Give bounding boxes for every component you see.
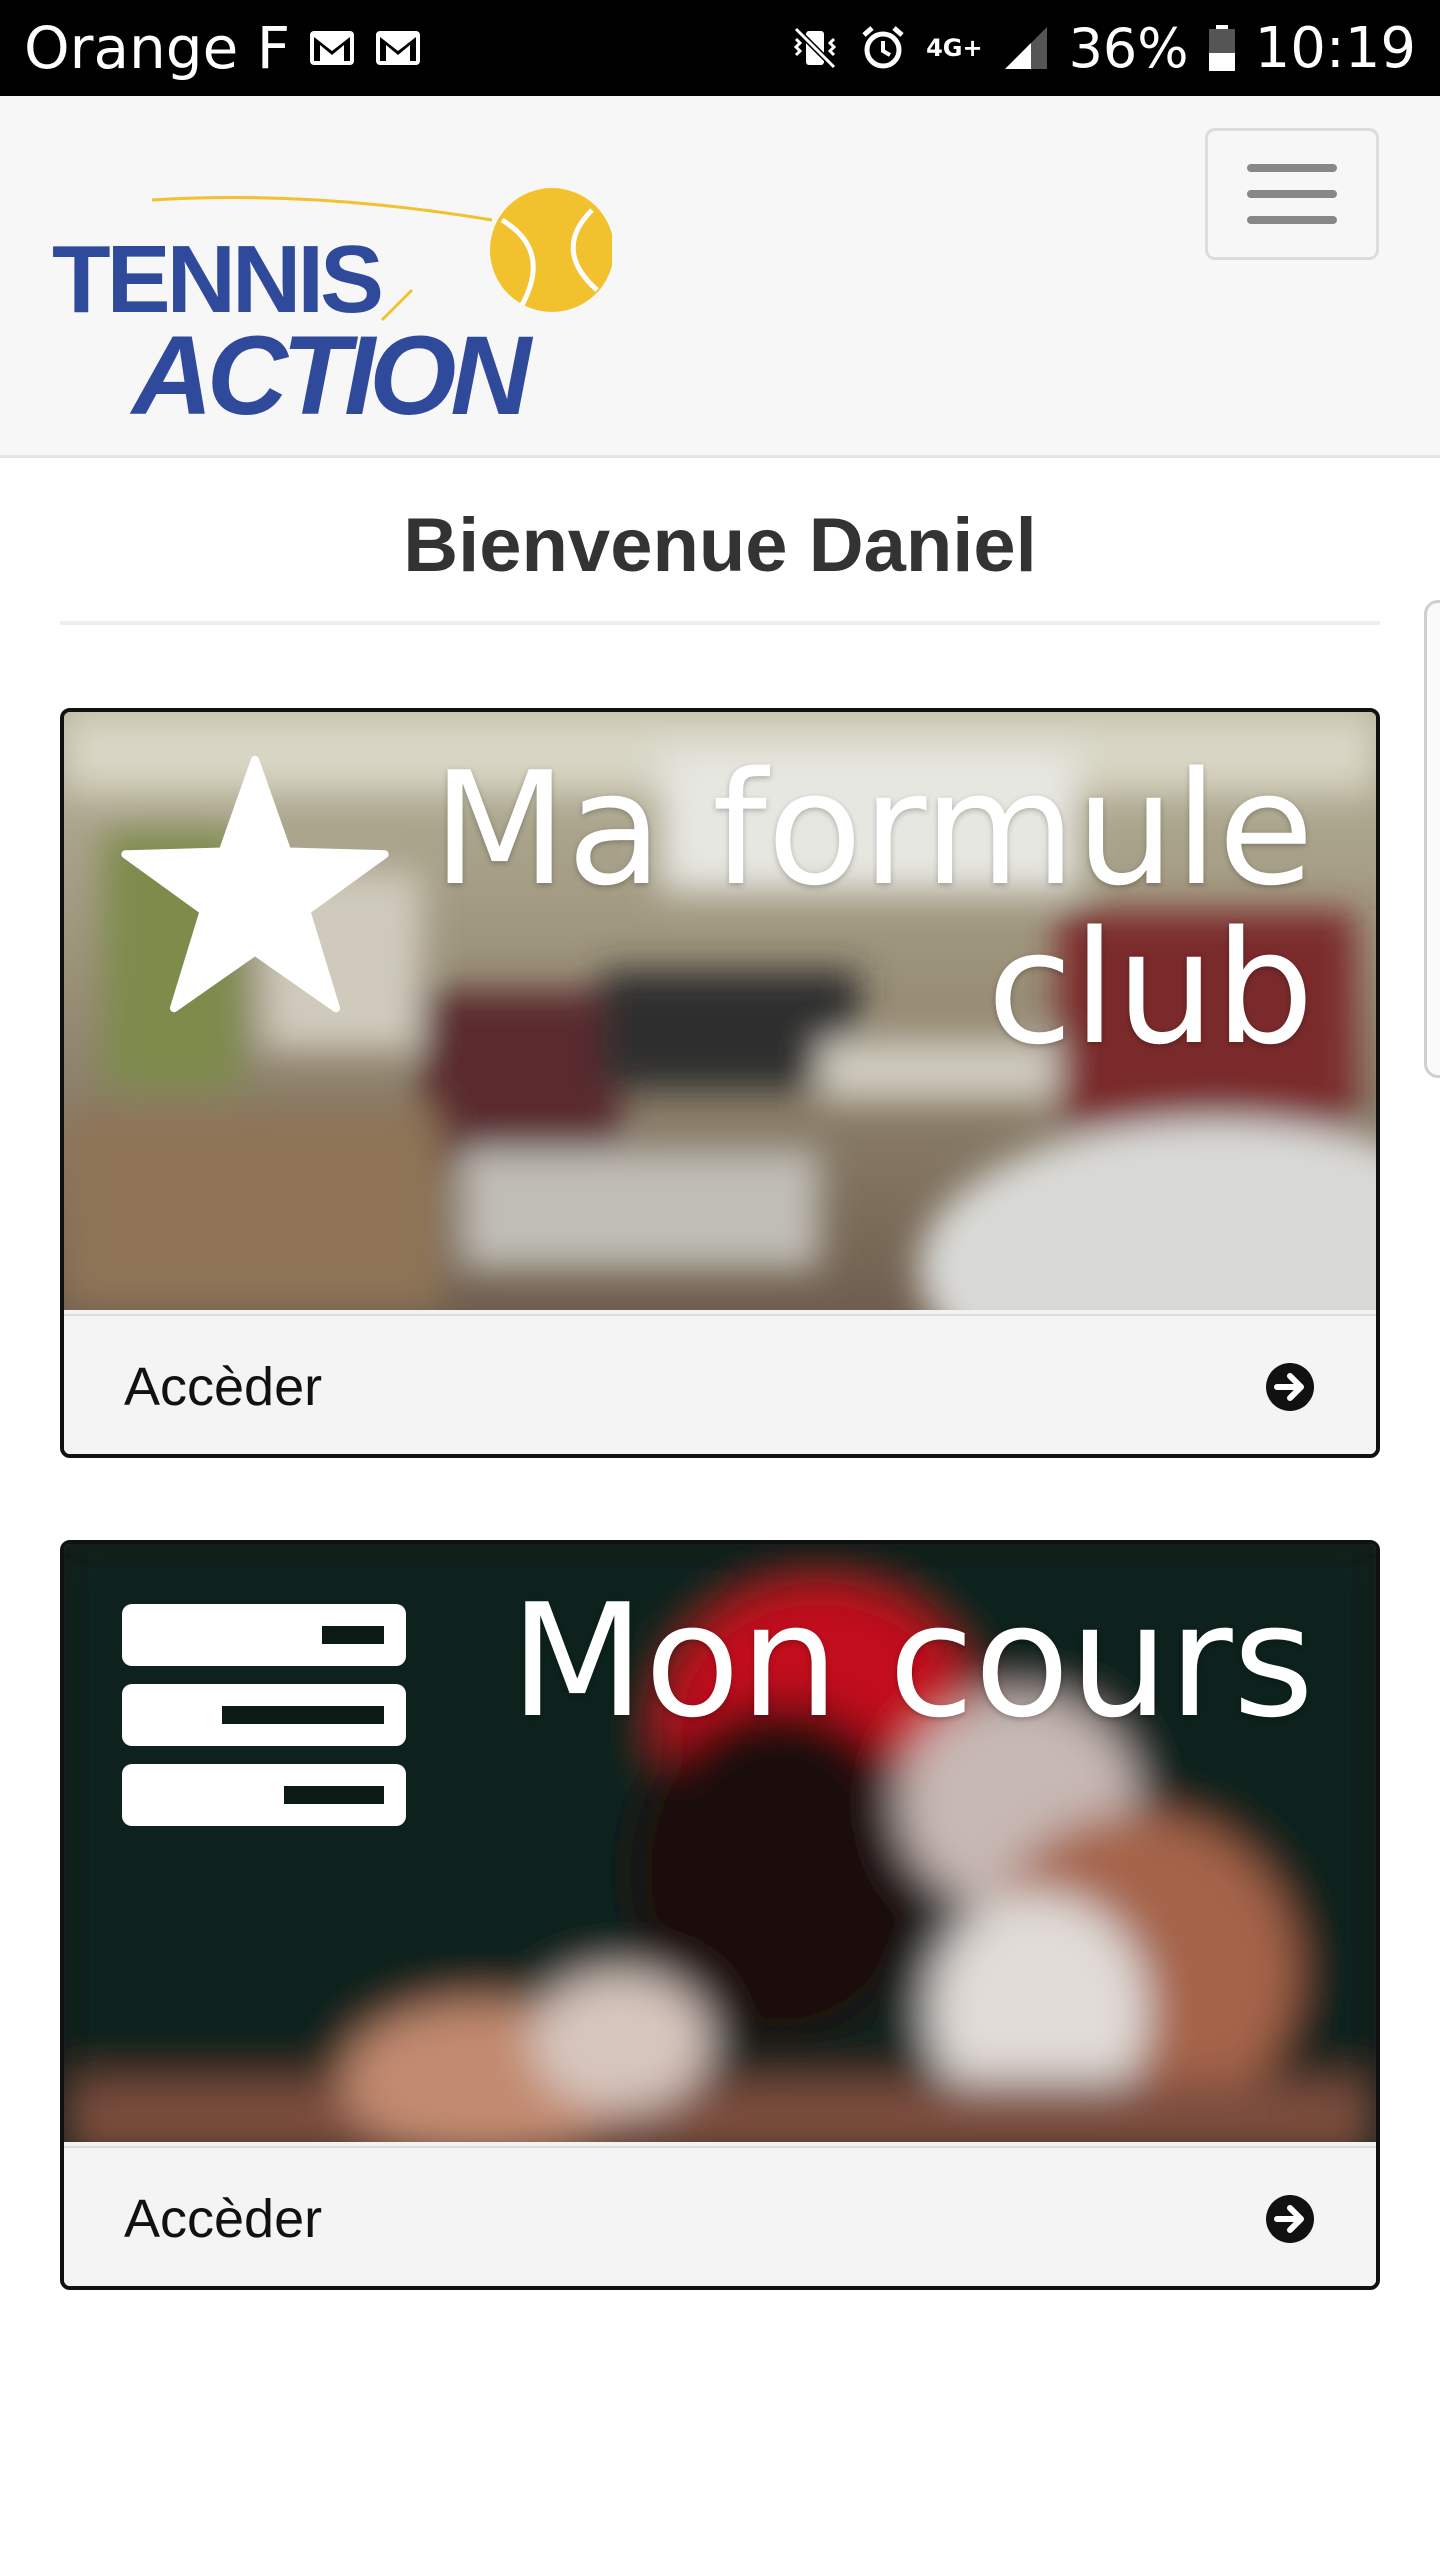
card-title: Mon cours <box>510 1570 1314 1752</box>
access-link[interactable]: Accèder <box>124 1356 322 1418</box>
access-link[interactable]: Accèder <box>124 2188 322 2250</box>
card-title-line1: Ma formule <box>432 738 1314 920</box>
status-right: 4G+ 36% 10:19 <box>790 16 1416 81</box>
gmail-icon <box>376 31 421 65</box>
status-bar: Orange F 4G+ 36% 10:19 <box>0 0 1440 96</box>
alarm-icon <box>862 26 904 69</box>
carrier-name: Orange F <box>24 14 291 82</box>
menu-toggle-button[interactable] <box>1205 128 1379 260</box>
card-mon-cours[interactable]: Mon cours Accèder <box>60 1540 1380 2290</box>
hamburger-icon-bar <box>1247 216 1337 224</box>
arrow-circle-right-icon[interactable] <box>1264 2193 1316 2245</box>
arrow-circle-right-icon[interactable] <box>1264 1361 1316 1413</box>
hamburger-icon <box>1247 164 1337 172</box>
card-footer[interactable]: Accèder <box>64 2146 1376 2286</box>
card-ma-formule-club[interactable]: Ma formule club Accèder <box>60 708 1380 1458</box>
card-title-line2: club <box>986 897 1314 1080</box>
battery-percent: 36% <box>1068 16 1189 80</box>
side-panel-handle[interactable] <box>1424 600 1440 1078</box>
navbar: TENNIS ACTION <box>0 96 1440 458</box>
card-title-line1: Mon cours <box>510 1570 1314 1752</box>
network-type: 4G+ <box>926 34 983 62</box>
card-hero: Ma formule club <box>64 712 1376 1314</box>
status-left: Orange F <box>24 14 422 82</box>
gmail-icon <box>310 31 355 65</box>
clock: 10:19 <box>1254 15 1416 81</box>
signal-icon <box>1004 27 1047 69</box>
star-icon <box>121 755 389 1013</box>
tennis-action-logo[interactable]: TENNIS ACTION <box>52 140 612 430</box>
card-title: Ma formule club <box>432 738 1314 1080</box>
card-hero: Mon cours <box>64 1544 1376 2146</box>
logo-text-line2: ACTION <box>129 313 533 430</box>
server-icon <box>122 1604 406 1826</box>
hamburger-icon-bar <box>1247 190 1337 198</box>
card-footer[interactable]: Accèder <box>64 1314 1376 1454</box>
page-title: Bienvenue Daniel <box>60 470 1380 625</box>
vibrate-mute-icon <box>793 26 837 70</box>
battery-icon <box>1208 25 1235 71</box>
